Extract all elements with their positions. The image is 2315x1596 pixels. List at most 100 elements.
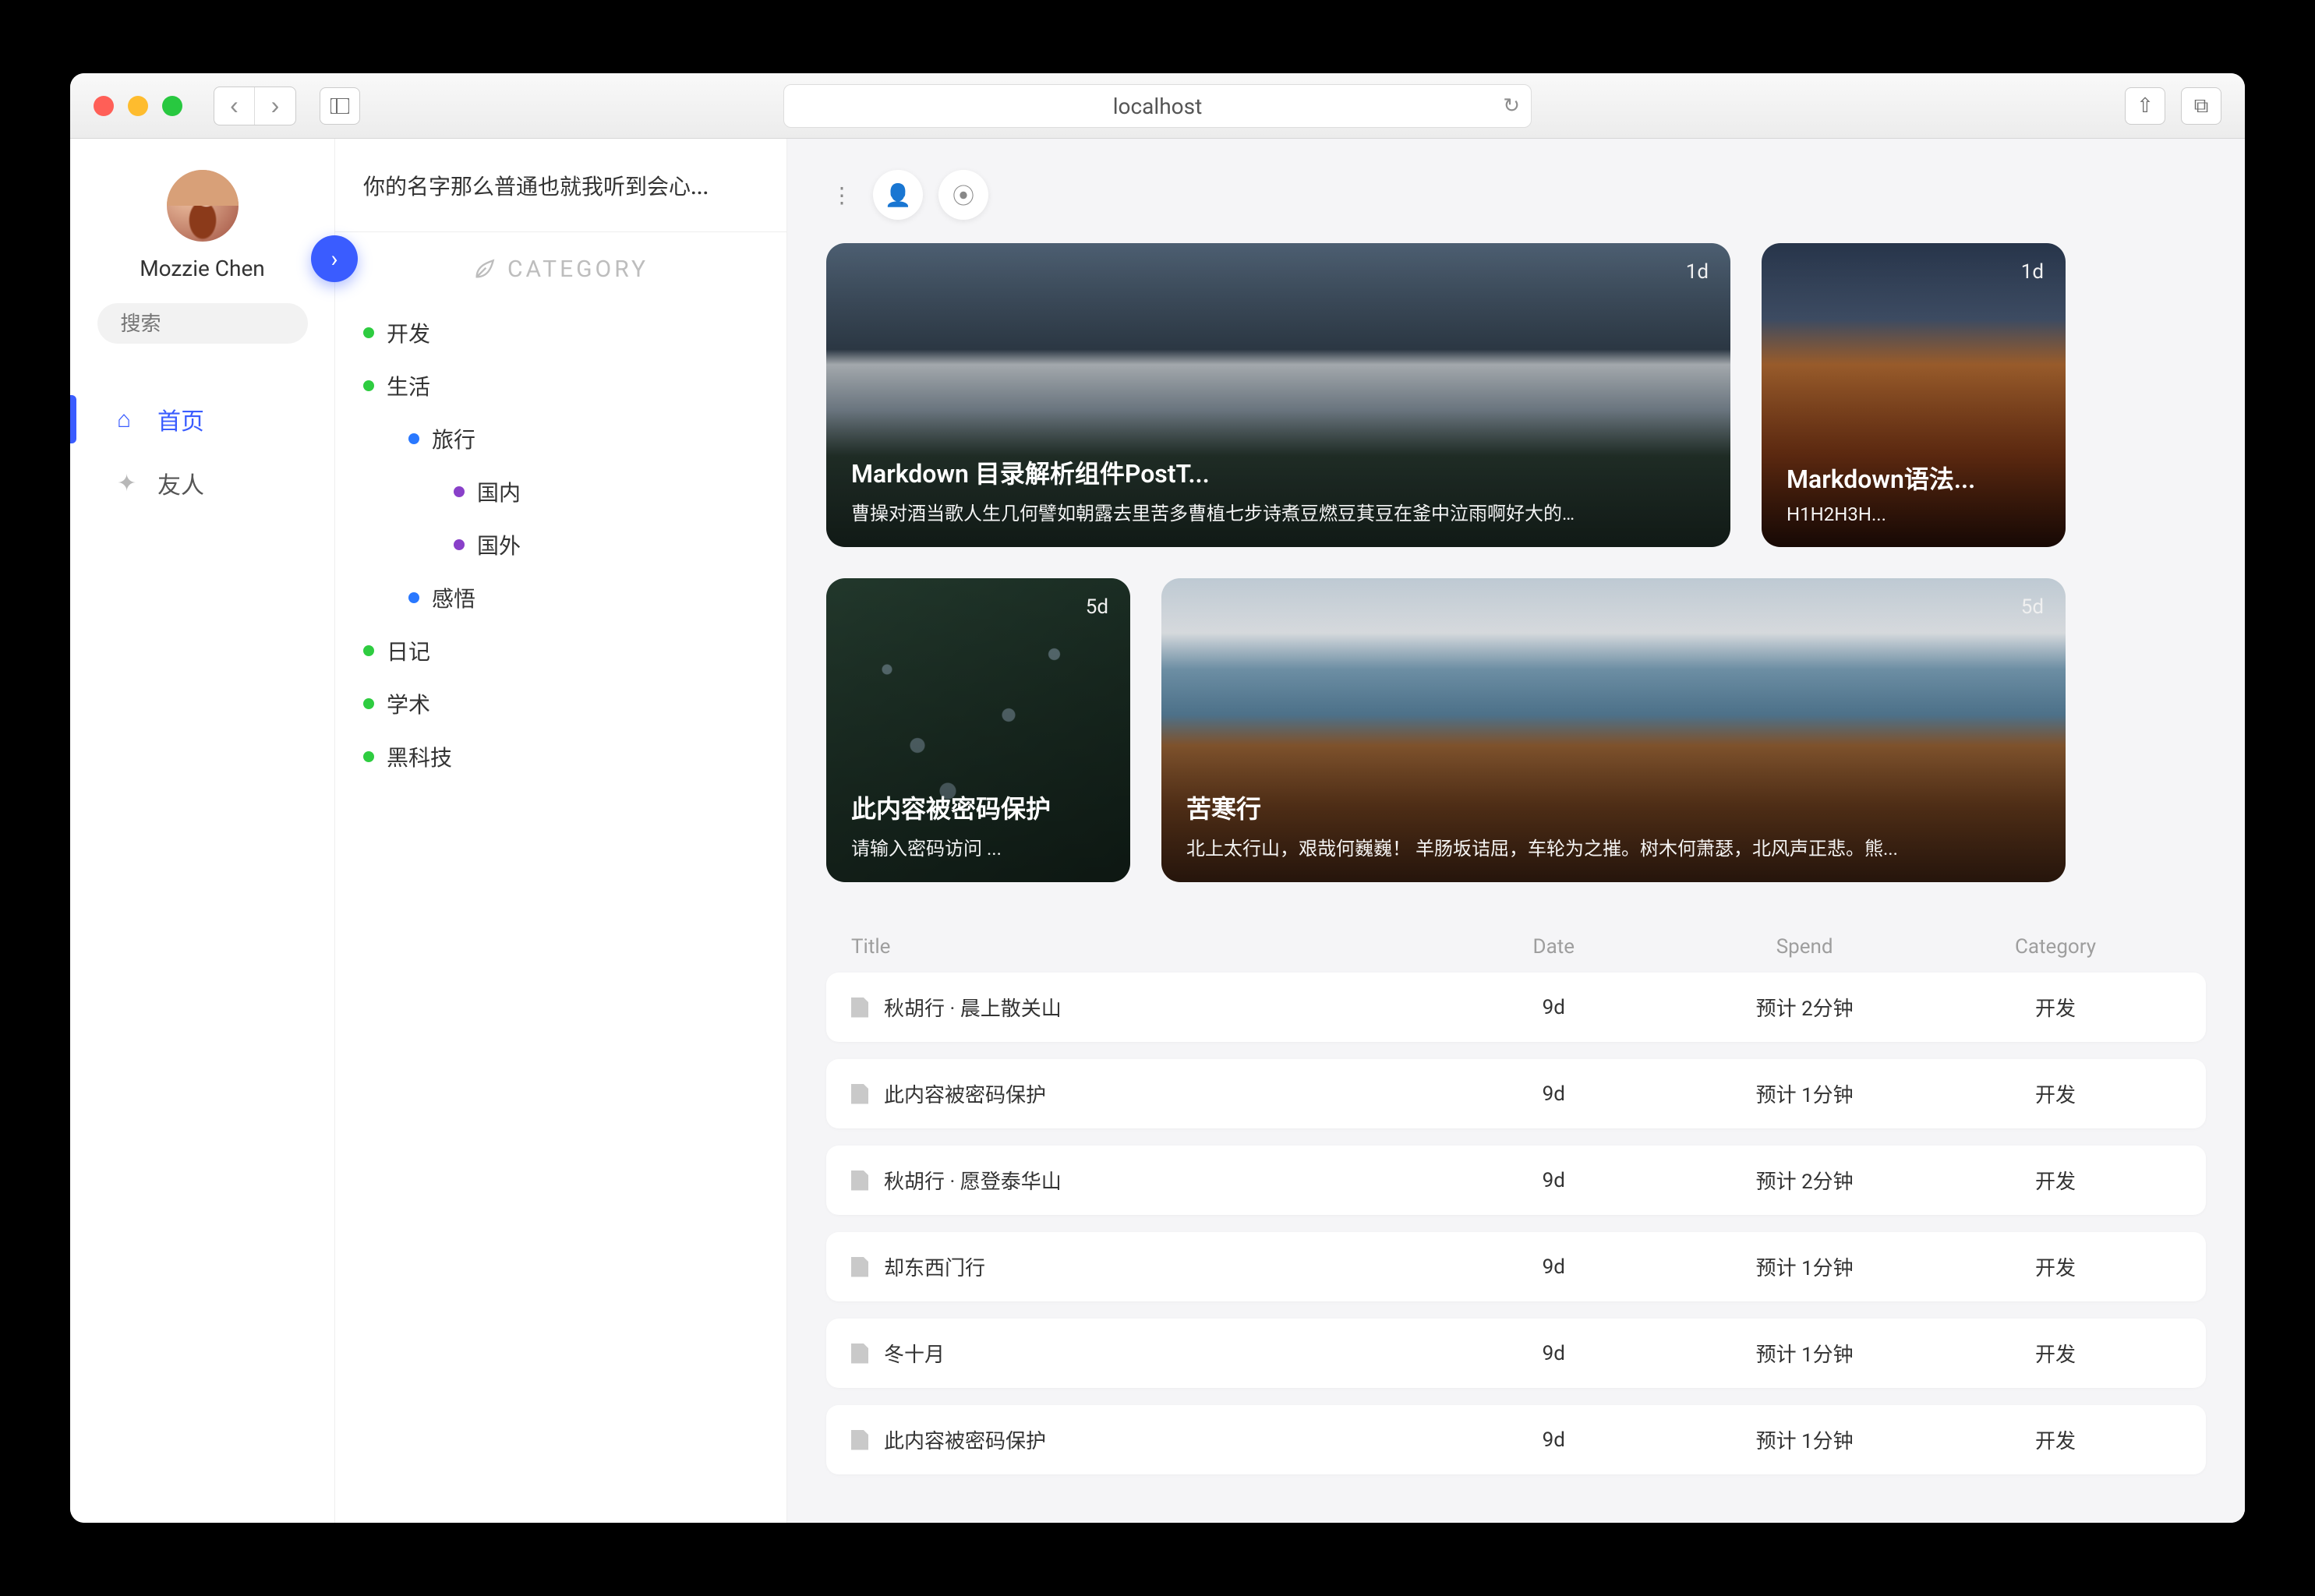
row-title: 冬十月 xyxy=(884,1339,945,1368)
table-row[interactable]: 却东西门行 9d 预计 1分钟 开发 xyxy=(826,1232,2206,1301)
th-title: Title xyxy=(851,935,1428,959)
table-row[interactable]: 秋胡行 · 愿登泰华山 9d 预计 2分钟 开发 xyxy=(826,1146,2206,1215)
category-item[interactable]: 学术 xyxy=(363,677,758,730)
sidebar-toggle-button[interactable] xyxy=(320,87,360,125)
dot-icon xyxy=(363,698,374,709)
dot-icon xyxy=(363,645,374,656)
table-row[interactable]: 冬十月 9d 预计 1分钟 开发 xyxy=(826,1319,2206,1388)
tabs-button[interactable]: ⧉ xyxy=(2181,87,2221,125)
user-icon: 👤 xyxy=(885,182,912,208)
category-label: 学术 xyxy=(387,688,430,719)
row-title: 却东西门行 xyxy=(884,1252,985,1281)
browser-window: ‹ › localhost ↻ ⇧ ⧉ Mozzie Chen ⌂ xyxy=(70,73,2245,1523)
more-button[interactable]: ⋮ xyxy=(826,170,857,220)
document-icon xyxy=(851,1084,868,1104)
card-time: 5d xyxy=(2021,595,2044,619)
post-card[interactable]: 1d Markdown 目录解析组件PostT... 曹操对酒当歌人生几何譬如朝… xyxy=(826,243,1730,547)
category-item[interactable]: 黑科技 xyxy=(363,730,758,783)
refresh-icon[interactable]: ↻ xyxy=(1503,94,1520,118)
category-item[interactable]: 生活 xyxy=(363,359,758,412)
expand-button[interactable]: › xyxy=(311,235,358,282)
share-button[interactable]: ⇧ xyxy=(2125,87,2165,125)
profile-button[interactable]: 👤 xyxy=(873,170,923,220)
row-title: 此内容被密码保护 xyxy=(884,1425,1046,1454)
card-subtitle: 北上太行山，艰哉何巍巍！ 羊肠坂诘屈，车轮为之摧。树木何萧瑟，北风声正悲。熊..… xyxy=(1186,833,2041,860)
row-spend: 预计 2分钟 xyxy=(1679,1166,1930,1195)
rss-button[interactable]: ⦿ xyxy=(938,170,988,220)
nav-label: 友人 xyxy=(157,466,204,500)
category-item[interactable]: 国内 xyxy=(363,465,758,518)
table-body: 秋胡行 · 晨上散关山 9d 预计 2分钟 开发此内容被密码保护 9d 预计 1… xyxy=(826,973,2206,1474)
category-label: 国内 xyxy=(477,476,521,507)
username: Mozzie Chen xyxy=(140,256,265,281)
main-content: ⋮ 👤 ⦿ 1d Markdown 目录解析组件PostT... 曹操对酒当歌人… xyxy=(787,139,2245,1523)
category-heading: CATEGORY xyxy=(335,232,786,298)
table-header: Title Date Spend Category xyxy=(826,921,2206,973)
chevron-right-icon: › xyxy=(330,245,338,273)
category-item[interactable]: 国外 xyxy=(363,518,758,571)
titlebar: ‹ › localhost ↻ ⇧ ⧉ xyxy=(70,73,2245,139)
row-date: 9d xyxy=(1428,996,1679,1019)
nav-item-friends[interactable]: ✦ 友人 xyxy=(70,451,334,515)
row-spend: 预计 2分钟 xyxy=(1679,993,1930,1022)
post-card[interactable]: 5d 苦寒行 北上太行山，艰哉何巍巍！ 羊肠坂诘屈，车轮为之摧。树木何萧瑟，北风… xyxy=(1161,578,2066,882)
document-icon xyxy=(851,1257,868,1277)
category-item[interactable]: 日记 xyxy=(363,624,758,677)
dot-icon xyxy=(408,592,419,603)
avatar[interactable] xyxy=(167,170,239,242)
card-title: 此内容被密码保护 xyxy=(851,789,1105,825)
minimize-window-button[interactable] xyxy=(128,96,148,116)
top-icons: ⋮ 👤 ⦿ xyxy=(826,170,2206,220)
category-item[interactable]: 旅行 xyxy=(363,412,758,465)
post-card[interactable]: 5d 此内容被密码保护 请输入密码访问 ... xyxy=(826,578,1130,882)
category-panel: 你的名字那么普通也就我听到会心... CATEGORY 开发生活旅行国内国外感悟… xyxy=(335,139,787,1523)
row-date: 9d xyxy=(1428,1169,1679,1192)
search-box[interactable] xyxy=(97,303,308,344)
table-row[interactable]: 此内容被密码保护 9d 预计 1分钟 开发 xyxy=(826,1059,2206,1128)
dot-icon xyxy=(408,433,419,444)
card-subtitle: 曹操对酒当歌人生几何譬如朝露去里苦多曹植七步诗煮豆燃豆萁豆在釜中泣雨啊好大的… xyxy=(851,498,1705,525)
category-item[interactable]: 开发 xyxy=(363,306,758,359)
th-spend: Spend xyxy=(1679,935,1930,959)
row-spend: 预计 1分钟 xyxy=(1679,1339,1930,1368)
app-root: Mozzie Chen ⌂ 首页 ✦ 友人 › 你的名字那么普通也就 xyxy=(70,139,2245,1523)
close-window-button[interactable] xyxy=(94,96,114,116)
nav-item-home[interactable]: ⌂ 首页 xyxy=(70,387,334,451)
row-category: 开发 xyxy=(1930,993,2181,1022)
dot-icon xyxy=(363,751,374,762)
card-title: 苦寒行 xyxy=(1186,789,2041,825)
category-label: 生活 xyxy=(387,370,430,401)
leaf-icon xyxy=(473,259,495,281)
row-title: 秋胡行 · 愿登泰华山 xyxy=(884,1166,1062,1195)
sidebar-icon xyxy=(330,98,349,114)
category-label: 日记 xyxy=(387,635,430,666)
th-date: Date xyxy=(1428,935,1679,959)
row-spend: 预计 1分钟 xyxy=(1679,1252,1930,1281)
category-item[interactable]: 感悟 xyxy=(363,571,758,624)
card-subtitle: H1H2H3H... xyxy=(1787,503,2041,525)
friends-icon: ✦ xyxy=(117,470,139,497)
document-icon xyxy=(851,1430,868,1450)
card-time: 5d xyxy=(1086,595,1108,619)
table-row[interactable]: 秋胡行 · 晨上散关山 9d 预计 2分钟 开发 xyxy=(826,973,2206,1042)
category-label: 感悟 xyxy=(432,582,475,613)
more-icon: ⋮ xyxy=(831,182,853,208)
card-subtitle: 请输入密码访问 ... xyxy=(851,833,1105,860)
back-button[interactable]: ‹ xyxy=(214,87,255,125)
forward-button[interactable]: › xyxy=(255,87,295,125)
category-label: 开发 xyxy=(387,317,430,348)
url-text: localhost xyxy=(1113,94,1202,119)
left-sidebar: Mozzie Chen ⌂ 首页 ✦ 友人 › xyxy=(70,139,335,1523)
card-time: 1d xyxy=(1686,260,1709,284)
search-input[interactable] xyxy=(121,312,382,336)
category-label: 国外 xyxy=(477,529,521,560)
row-category: 开发 xyxy=(1930,1252,2181,1281)
address-bar[interactable]: localhost ↻ xyxy=(783,84,1532,128)
maximize-window-button[interactable] xyxy=(162,96,182,116)
nav-list: ⌂ 首页 ✦ 友人 xyxy=(70,387,334,515)
table-row[interactable]: 此内容被密码保护 9d 预计 1分钟 开发 xyxy=(826,1405,2206,1474)
post-card[interactable]: 1d Markdown语法... H1H2H3H... xyxy=(1762,243,2066,547)
category-label: 黑科技 xyxy=(387,741,452,772)
row-category: 开发 xyxy=(1930,1339,2181,1368)
home-icon: ⌂ xyxy=(117,406,139,433)
